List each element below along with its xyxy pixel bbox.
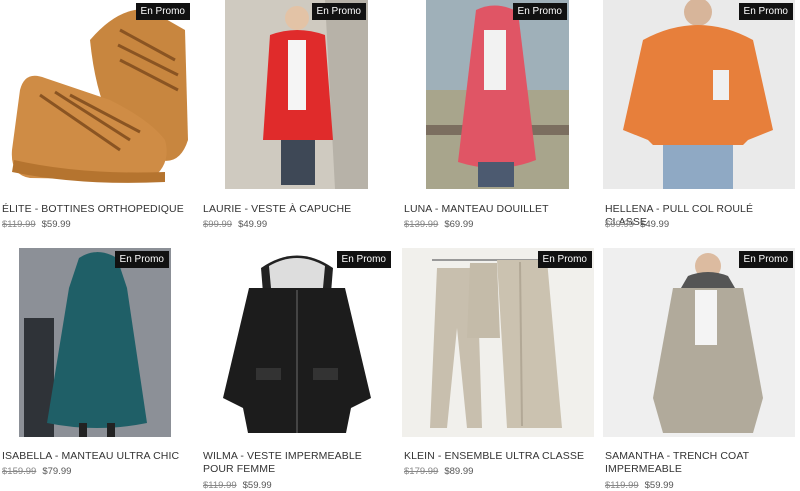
product-card[interactable]: En Promo SAMANTHA - TRENCH COAT IMPERMEA…	[603, 248, 795, 491]
original-price: $119.99	[605, 480, 639, 491]
promo-badge: En Promo	[135, 3, 190, 20]
product-image[interactable]: En Promo	[402, 248, 594, 437]
promo-badge: En Promo	[311, 3, 366, 20]
product-prices: $119.99 $59.99	[605, 480, 674, 491]
original-price: $139.99	[404, 219, 439, 230]
original-price: $119.99	[203, 480, 237, 491]
product-card[interactable]: En Promo HELLENA - PULL COL ROULÉ CLASSE…	[603, 0, 795, 245]
sale-price: $89.99	[444, 466, 474, 477]
product-card[interactable]: En Promo KLEIN - ENSEMBLE ULTRA CLASSE $…	[402, 248, 594, 489]
product-title[interactable]: WILMA - VESTE IMPERMEABLE POUR FEMME	[203, 450, 391, 476]
sale-price: $49.99	[640, 219, 670, 230]
product-image[interactable]: En Promo	[201, 248, 393, 437]
product-image[interactable]: En Promo	[603, 0, 795, 189]
product-card[interactable]: En Promo LUNA - MANTEAU DOUILLET $139.99…	[402, 0, 594, 245]
sale-price: $59.99	[242, 480, 272, 491]
product-prices: $139.99 $69.99	[404, 219, 473, 230]
sale-price: $69.99	[444, 219, 474, 230]
product-title[interactable]: ISABELLA - MANTEAU ULTRA CHIC	[2, 450, 190, 463]
product-card[interactable]: En Promo ISABELLA - MANTEAU ULTRA CHIC $…	[0, 248, 192, 489]
product-image[interactable]: En Promo	[603, 248, 795, 437]
product-prices: $99.99 $49.99	[605, 219, 669, 230]
original-price: $99.99	[605, 219, 635, 230]
product-card[interactable]: En Promo WILMA - VESTE IMPERMEABLE POUR …	[201, 248, 393, 491]
product-prices: $99.99 $49.99	[203, 219, 267, 230]
sale-price: $59.99	[644, 480, 674, 491]
product-image[interactable]: En Promo	[426, 0, 569, 189]
promo-badge: En Promo	[738, 3, 793, 20]
product-image[interactable]: En Promo	[225, 0, 368, 189]
product-grid: En Promo ÉLITE - BOTTINES ORTHOPEDIQUE $…	[0, 0, 800, 491]
promo-badge: En Promo	[512, 3, 567, 20]
product-card[interactable]: En Promo LAURIE - VESTE À CAPUCHE $99.99…	[201, 0, 393, 245]
sale-price: $79.99	[42, 466, 72, 477]
product-card[interactable]: En Promo ÉLITE - BOTTINES ORTHOPEDIQUE $…	[0, 0, 192, 245]
original-price: $119.99	[2, 219, 36, 230]
product-title[interactable]: LAURIE - VESTE À CAPUCHE	[203, 203, 391, 216]
product-prices: $179.99 $89.99	[404, 466, 473, 477]
sale-price: $59.99	[41, 219, 71, 230]
sale-price: $49.99	[238, 219, 268, 230]
original-price: $159.99	[2, 466, 37, 477]
product-prices: $119.99 $59.99	[2, 219, 71, 230]
product-prices: $159.99 $79.99	[2, 466, 71, 477]
product-title[interactable]: LUNA - MANTEAU DOUILLET	[404, 203, 592, 216]
original-price: $179.99	[404, 466, 439, 477]
promo-badge: En Promo	[114, 251, 169, 268]
product-title[interactable]: ÉLITE - BOTTINES ORTHOPEDIQUE	[2, 203, 190, 216]
promo-badge: En Promo	[537, 251, 592, 268]
original-price: $99.99	[203, 219, 233, 230]
promo-badge: En Promo	[336, 251, 391, 268]
product-prices: $119.99 $59.99	[203, 480, 272, 491]
promo-badge: En Promo	[738, 251, 793, 268]
product-image[interactable]: En Promo	[0, 0, 192, 189]
product-title[interactable]: SAMANTHA - TRENCH COAT IMPERMEABLE	[605, 450, 793, 476]
product-title[interactable]: KLEIN - ENSEMBLE ULTRA CLASSE	[404, 450, 592, 463]
product-image[interactable]: En Promo	[19, 248, 171, 437]
